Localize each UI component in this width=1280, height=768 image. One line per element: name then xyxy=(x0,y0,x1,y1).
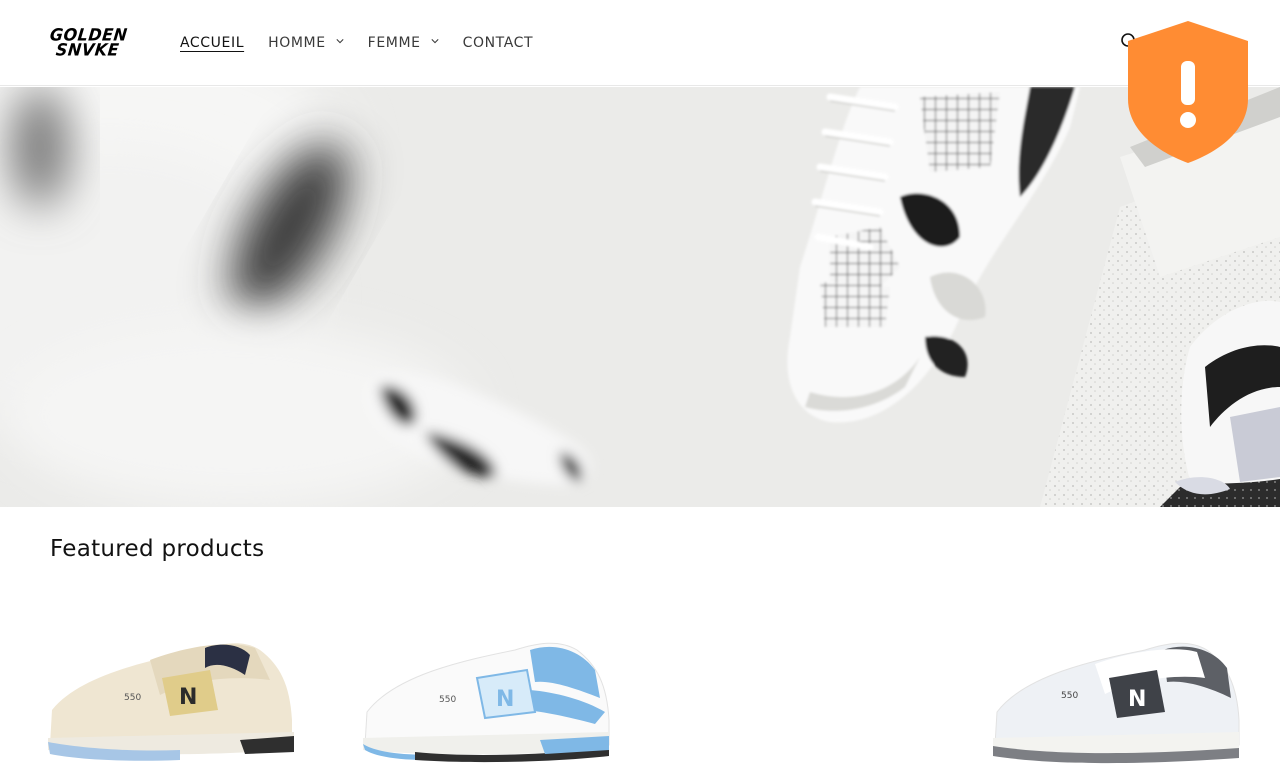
main-nav: ACCUEIL HOMME FEMME CONTACT xyxy=(180,0,557,86)
nav-item-contact[interactable]: CONTACT xyxy=(463,35,534,51)
site-logo[interactable]: GOLDEN SNVKE xyxy=(49,25,142,61)
product-card-3[interactable] xyxy=(670,620,932,768)
nav-label: CONTACT xyxy=(462,35,534,51)
product-image: N 550 xyxy=(363,642,610,763)
nav-item-accueil[interactable]: ACCUEIL xyxy=(180,35,244,51)
svg-text:N: N xyxy=(496,687,514,712)
nav-label: ACCUEIL xyxy=(180,35,245,51)
site-header: GOLDEN SNVKE ACCUEIL HOMME FEMME CONTACT xyxy=(0,0,1280,86)
hero-banner xyxy=(0,87,1280,507)
logo-line-2: SNVKE xyxy=(54,39,121,60)
featured-products-title: Featured products xyxy=(50,536,265,562)
hero-image xyxy=(0,87,1280,507)
nav-item-homme[interactable]: HOMME xyxy=(268,35,344,51)
product-card-1[interactable]: N 550 xyxy=(40,620,302,768)
product-card-4[interactable]: N 550 xyxy=(985,620,1247,768)
model-number: 550 xyxy=(124,693,141,703)
product-image: N 550 xyxy=(993,642,1240,764)
product-image: N 550 xyxy=(48,643,294,761)
nav-item-femme[interactable]: FEMME xyxy=(368,35,439,51)
model-number: 550 xyxy=(439,695,456,705)
svg-text:N: N xyxy=(179,685,197,710)
svg-text:N: N xyxy=(1128,687,1146,712)
nav-label: HOMME xyxy=(268,35,326,51)
chevron-down-icon xyxy=(336,39,344,44)
shield-alert-icon[interactable] xyxy=(1126,19,1250,165)
model-number: 550 xyxy=(1061,691,1078,701)
product-card-2[interactable]: N 550 xyxy=(355,620,617,768)
chevron-down-icon xyxy=(431,39,439,44)
nav-label: FEMME xyxy=(367,35,421,51)
